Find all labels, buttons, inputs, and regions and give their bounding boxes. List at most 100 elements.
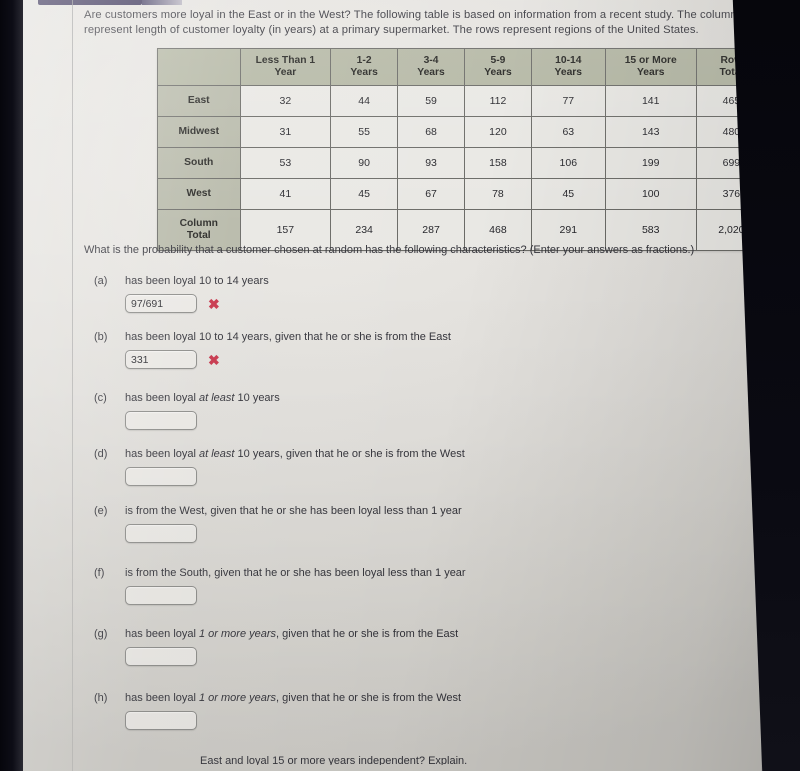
table-header-row: Less Than 1 Year 1-2 Years 3-4 Years 5-9… — [157, 48, 768, 86]
cell-west-5-9: 78 — [463, 178, 532, 210]
part-e-label: (e) — [94, 505, 108, 517]
part-h-label: (h) — [94, 692, 108, 704]
part-h-text: has been loyal 1 or more years, given th… — [125, 692, 461, 704]
cell-east-15-or-more: 141 — [604, 85, 697, 117]
part-g-text: has been loyal 1 or more years, given th… — [125, 628, 458, 640]
table-corner-cell — [157, 48, 241, 86]
cell-south-less-than-1: 53 — [239, 147, 332, 179]
part-h-answer-input[interactable] — [125, 711, 197, 730]
row-label-line-1: Column — [179, 217, 218, 229]
column-header-line-1: Less Than 1 — [255, 54, 316, 66]
table-row: South 53 90 93 158 106 199 699 — [157, 147, 768, 179]
column-header-less-than-1-year: Less Than 1 Year — [239, 48, 332, 86]
part-a-answer-input[interactable] — [125, 294, 197, 313]
column-header-5-9-years: 5-9 Years — [463, 48, 532, 86]
next-question-partial-text: East and loyal 15 or more years independ… — [200, 755, 468, 767]
question-prompt: What is the probability that a customer … — [84, 244, 695, 256]
part-a-text: has been loyal 10 to 14 years — [125, 275, 269, 287]
photographed-screen: Are customers more loyal in the East or … — [0, 0, 800, 771]
row-label-midwest: Midwest — [157, 116, 241, 148]
part-c-text-italic: at least — [199, 392, 235, 404]
row-label-west: West — [157, 178, 241, 210]
row-label-line-2: Total — [186, 230, 211, 241]
part-d-answer-input[interactable] — [125, 467, 197, 486]
table-row: West 41 45 67 78 45 100 376 — [157, 178, 768, 210]
part-c-label: (c) — [94, 392, 107, 404]
table-row: East 32 44 59 112 77 141 465 — [157, 85, 768, 117]
column-header-15-or-more-years: 15 or More Years — [604, 48, 697, 86]
row-label-east: East — [157, 85, 241, 117]
part-h-text-pre: has been loyal — [125, 692, 199, 704]
screen-bezel-left — [0, 0, 23, 771]
contingency-table: Less Than 1 Year 1-2 Years 3-4 Years 5-9… — [157, 48, 768, 251]
part-c-text: has been loyal at least 10 years — [125, 392, 280, 404]
incorrect-mark-icon: ✖ — [208, 295, 220, 312]
part-f-answer-row — [125, 586, 197, 605]
part-e-answer-row — [125, 524, 197, 543]
cell-south-10-14: 106 — [530, 147, 606, 179]
column-header-line-2: Years — [554, 67, 583, 78]
part-a-label: (a) — [94, 275, 108, 287]
part-c-text-post: 10 years — [234, 392, 280, 404]
cell-east-5-9: 112 — [463, 85, 532, 117]
row-label-south: South — [157, 147, 241, 179]
table-row: Midwest 31 55 68 120 63 143 480 — [157, 116, 768, 148]
column-header-1-2-years: 1-2 Years — [330, 48, 399, 86]
page-left-rule — [72, 0, 73, 771]
cell-west-15-or-more: 100 — [604, 178, 697, 210]
column-header-line-1: 15 or More — [624, 54, 677, 66]
part-b-answer-input[interactable] — [125, 350, 197, 369]
cell-east-3-4: 59 — [397, 85, 465, 117]
cell-west-3-4: 67 — [397, 178, 465, 210]
part-h-text-post: , given that he or she is from the West — [276, 692, 462, 704]
part-e-answer-input[interactable] — [125, 524, 197, 543]
part-d-label: (d) — [94, 448, 108, 460]
part-b-text-pre: has been loyal 10 to 14 years, given tha… — [125, 331, 451, 343]
column-header-line-1: 5-9 — [490, 54, 506, 66]
column-header-line-1: 10-14 — [555, 54, 582, 66]
part-f-text: is from the South, given that he or she … — [125, 567, 466, 579]
cell-midwest-5-9: 120 — [463, 116, 532, 148]
part-a-answer-row: ✖ — [125, 294, 220, 313]
cell-midwest-1-2: 55 — [330, 116, 399, 148]
column-header-line-2: Year — [274, 67, 297, 78]
part-a-text-pre: has been loyal 10 to 14 years — [125, 275, 269, 287]
worksheet-content: Are customers more loyal in the East or … — [80, 0, 770, 771]
part-e-text-pre: is from the West, given that he or she h… — [125, 505, 462, 517]
column-header-line-1: 1-2 — [356, 54, 372, 66]
cell-south-3-4: 93 — [397, 147, 465, 179]
cell-east-less-than-1: 32 — [239, 85, 332, 117]
part-e-text: is from the West, given that he or she h… — [125, 505, 462, 517]
part-c-answer-input[interactable] — [125, 411, 197, 430]
cell-midwest-15-or-more: 143 — [604, 116, 697, 148]
part-g-answer-row — [125, 647, 197, 666]
part-b-text: has been loyal 10 to 14 years, given tha… — [125, 331, 451, 343]
cell-midwest-3-4: 68 — [397, 116, 465, 148]
part-f-answer-input[interactable] — [125, 586, 197, 605]
part-f-label: (f) — [94, 567, 105, 579]
part-c-answer-row — [125, 411, 197, 430]
cell-east-1-2: 44 — [330, 85, 399, 117]
intro-paragraph: Are customers more loyal in the East or … — [84, 9, 743, 36]
part-g-label: (g) — [94, 628, 108, 640]
cell-east-10-14: 77 — [530, 85, 606, 117]
incorrect-mark-icon: ✖ — [208, 351, 220, 368]
part-h-text-italic: 1 or more years — [199, 692, 277, 704]
part-g-text-pre: has been loyal — [125, 628, 199, 640]
cell-west-10-14: 45 — [530, 178, 606, 210]
part-d-answer-row — [125, 467, 197, 486]
cell-west-less-than-1: 41 — [239, 178, 332, 210]
part-f-text-pre: is from the South, given that he or she … — [125, 567, 466, 579]
part-h-answer-row — [125, 711, 197, 730]
column-header-line-2: Years — [484, 67, 512, 78]
part-b-label: (b) — [94, 331, 108, 343]
column-header-line-2: Years — [417, 67, 445, 78]
part-d-text-pre: has been loyal — [125, 448, 199, 460]
part-c-text-pre: has been loyal — [125, 392, 199, 404]
worksheet-page: Are customers more loyal in the East or … — [22, 0, 782, 771]
cell-west-1-2: 45 — [330, 178, 399, 210]
column-header-line-1: 3-4 — [423, 54, 439, 66]
part-g-answer-input[interactable] — [125, 647, 197, 666]
part-d-text: has been loyal at least 10 years, given … — [125, 448, 465, 460]
column-header-10-14-years: 10-14 Years — [530, 48, 606, 86]
